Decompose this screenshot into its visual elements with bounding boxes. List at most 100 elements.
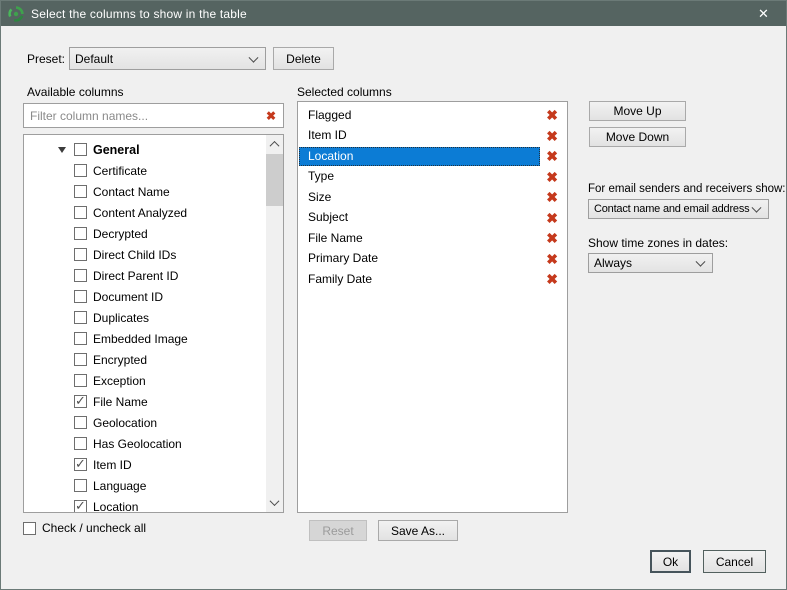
filter-field-wrap: ✖ bbox=[23, 103, 284, 128]
scroll-up-icon[interactable] bbox=[266, 136, 283, 153]
column-checkbox[interactable] bbox=[74, 500, 87, 513]
selected-columns-list[interactable]: Flagged✖Item ID✖Location✖Type✖Size✖Subje… bbox=[297, 101, 568, 513]
preset-label: Preset: bbox=[27, 52, 65, 66]
check-all-checkbox[interactable] bbox=[23, 522, 36, 535]
cancel-button[interactable]: Cancel bbox=[703, 550, 766, 573]
remove-column-icon[interactable]: ✖ bbox=[540, 108, 558, 122]
remove-column-icon[interactable]: ✖ bbox=[540, 170, 558, 184]
selected-column-row[interactable]: Family Date✖ bbox=[298, 269, 567, 290]
selected-column-row[interactable]: Primary Date✖ bbox=[298, 249, 567, 270]
column-checkbox[interactable] bbox=[74, 143, 87, 156]
selected-column-label[interactable]: Location bbox=[299, 147, 540, 166]
delete-preset-button[interactable]: Delete bbox=[273, 47, 334, 70]
ok-button[interactable]: Ok bbox=[650, 550, 691, 573]
available-columns-tree[interactable]: General Certificate Contact Name Content An… bbox=[23, 134, 284, 513]
column-label: Document ID bbox=[93, 290, 163, 304]
available-column-row[interactable]: Embedded Image bbox=[24, 328, 283, 349]
remove-column-icon[interactable]: ✖ bbox=[540, 231, 558, 245]
scrollbar-thumb[interactable] bbox=[266, 154, 283, 206]
tree-scrollbar[interactable] bbox=[266, 135, 283, 512]
available-column-row[interactable]: Document ID bbox=[24, 286, 283, 307]
column-label: General bbox=[93, 143, 140, 157]
save-as-button[interactable]: Save As... bbox=[378, 520, 458, 541]
remove-column-icon[interactable]: ✖ bbox=[540, 272, 558, 286]
available-column-row[interactable]: Direct Parent ID bbox=[24, 265, 283, 286]
preset-select[interactable]: Default bbox=[69, 47, 266, 70]
column-label: Certificate bbox=[93, 164, 147, 178]
available-column-row[interactable]: Exception bbox=[24, 370, 283, 391]
available-column-row[interactable]: Contact Name bbox=[24, 181, 283, 202]
filter-input[interactable] bbox=[24, 104, 259, 127]
column-checkbox[interactable] bbox=[74, 374, 87, 387]
remove-column-icon[interactable]: ✖ bbox=[540, 129, 558, 143]
column-checkbox[interactable] bbox=[74, 332, 87, 345]
available-column-row[interactable]: General bbox=[24, 139, 283, 160]
available-column-row[interactable]: Location bbox=[24, 496, 283, 513]
check-all-label: Check / uncheck all bbox=[42, 521, 146, 535]
available-column-row[interactable]: Item ID bbox=[24, 454, 283, 475]
selected-column-label[interactable]: Subject bbox=[299, 208, 540, 227]
clear-filter-icon[interactable]: ✖ bbox=[259, 109, 283, 123]
available-column-row[interactable]: Content Analyzed bbox=[24, 202, 283, 223]
column-label: Contact Name bbox=[93, 185, 170, 199]
column-checkbox[interactable] bbox=[74, 290, 87, 303]
column-checkbox[interactable] bbox=[74, 353, 87, 366]
selected-column-label[interactable]: Family Date bbox=[299, 270, 540, 289]
column-checkbox[interactable] bbox=[74, 437, 87, 450]
column-checkbox[interactable] bbox=[74, 206, 87, 219]
app-logo-icon bbox=[8, 6, 24, 22]
timezone-label: Show time zones in dates: bbox=[588, 236, 728, 250]
selected-column-row[interactable]: Item ID✖ bbox=[298, 126, 567, 147]
timezone-value: Always bbox=[594, 256, 632, 270]
title-bar[interactable]: Select the columns to show in the table … bbox=[1, 1, 786, 26]
column-checkbox[interactable] bbox=[74, 479, 87, 492]
column-checkbox[interactable] bbox=[74, 269, 87, 282]
scroll-down-icon[interactable] bbox=[266, 494, 283, 511]
column-checkbox[interactable] bbox=[74, 395, 87, 408]
available-column-row[interactable]: Duplicates bbox=[24, 307, 283, 328]
check-uncheck-all[interactable]: Check / uncheck all bbox=[23, 521, 146, 535]
reset-button[interactable]: Reset bbox=[309, 520, 367, 541]
email-display-select[interactable]: Contact name and email address bbox=[588, 199, 769, 219]
available-column-row[interactable]: File Name bbox=[24, 391, 283, 412]
available-columns-label: Available columns bbox=[27, 85, 124, 99]
available-column-row[interactable]: Language bbox=[24, 475, 283, 496]
move-up-button[interactable]: Move Up bbox=[589, 101, 686, 121]
available-column-row[interactable]: Direct Child IDs bbox=[24, 244, 283, 265]
column-label: Duplicates bbox=[93, 311, 149, 325]
selected-column-label[interactable]: Flagged bbox=[299, 106, 540, 125]
selected-column-label[interactable]: Size bbox=[299, 188, 540, 207]
close-icon[interactable]: ✕ bbox=[741, 1, 786, 26]
available-column-row[interactable]: Decrypted bbox=[24, 223, 283, 244]
available-column-row[interactable]: Has Geolocation bbox=[24, 433, 283, 454]
column-checkbox[interactable] bbox=[74, 164, 87, 177]
selected-column-label[interactable]: Type bbox=[299, 167, 540, 186]
timezone-select[interactable]: Always bbox=[588, 253, 713, 273]
available-column-row[interactable]: Encrypted bbox=[24, 349, 283, 370]
selected-column-label[interactable]: File Name bbox=[299, 229, 540, 248]
available-column-row[interactable]: Geolocation bbox=[24, 412, 283, 433]
tree-expander-icon[interactable] bbox=[58, 147, 74, 153]
column-checkbox[interactable] bbox=[74, 248, 87, 261]
chevron-down-icon bbox=[752, 203, 762, 213]
selected-column-label[interactable]: Primary Date bbox=[299, 249, 540, 268]
column-checkbox[interactable] bbox=[74, 458, 87, 471]
selected-column-row[interactable]: Location✖ bbox=[298, 146, 567, 167]
selected-column-row[interactable]: File Name✖ bbox=[298, 228, 567, 249]
selected-column-row[interactable]: Subject✖ bbox=[298, 208, 567, 229]
remove-column-icon[interactable]: ✖ bbox=[540, 252, 558, 266]
window-title: Select the columns to show in the table bbox=[31, 7, 247, 21]
move-down-button[interactable]: Move Down bbox=[589, 127, 686, 147]
selected-column-row[interactable]: Type✖ bbox=[298, 167, 567, 188]
selected-column-row[interactable]: Flagged✖ bbox=[298, 105, 567, 126]
remove-column-icon[interactable]: ✖ bbox=[540, 190, 558, 204]
available-column-row[interactable]: Certificate bbox=[24, 160, 283, 181]
column-checkbox[interactable] bbox=[74, 416, 87, 429]
remove-column-icon[interactable]: ✖ bbox=[540, 211, 558, 225]
column-checkbox[interactable] bbox=[74, 227, 87, 240]
selected-column-label[interactable]: Item ID bbox=[299, 126, 540, 145]
column-checkbox[interactable] bbox=[74, 185, 87, 198]
column-checkbox[interactable] bbox=[74, 311, 87, 324]
remove-column-icon[interactable]: ✖ bbox=[540, 149, 558, 163]
selected-column-row[interactable]: Size✖ bbox=[298, 187, 567, 208]
